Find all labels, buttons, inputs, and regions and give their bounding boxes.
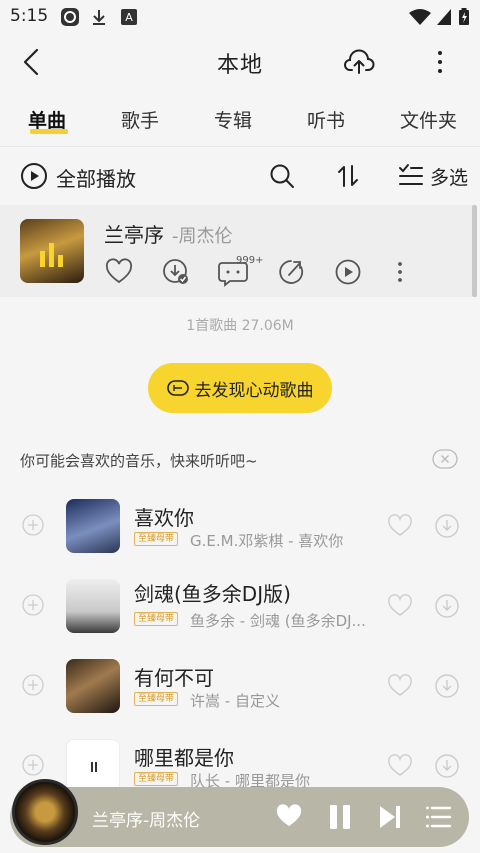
discover-icon: [166, 380, 189, 396]
song-cover: [66, 499, 120, 553]
current-song-row[interactable]: 兰亭序 -周杰伦 999+: [0, 205, 472, 297]
like-icon[interactable]: [387, 754, 413, 778]
download-notification-icon: [93, 10, 105, 25]
song-cover: [66, 579, 120, 633]
song-count-summary: 1首歌曲 27.06M: [186, 318, 294, 334]
tab-folders[interactable]: 文件夹: [400, 106, 457, 133]
download-icon[interactable]: [434, 753, 460, 779]
multi-select-icon[interactable]: [398, 162, 424, 190]
discover-label: 去发现心动歌曲: [194, 380, 314, 401]
status-time: 5:15: [10, 6, 49, 26]
app-notification-icon: [61, 8, 79, 26]
downloaded-icon[interactable]: [162, 258, 190, 286]
mini-player-title: 兰亭序-周杰伦: [92, 811, 201, 831]
song-title: 哪里都是你: [134, 746, 234, 770]
mini-player[interactable]: 兰亭序-周杰伦: [10, 779, 469, 847]
sort-icon[interactable]: [334, 162, 362, 190]
add-icon[interactable]: [22, 754, 44, 776]
like-icon[interactable]: [387, 674, 413, 698]
play-all-icon[interactable]: [20, 162, 48, 190]
discover-songs-button[interactable]: 去发现心动歌曲: [148, 363, 332, 413]
quality-badge: 至臻母带: [134, 692, 179, 706]
like-icon[interactable]: [387, 514, 413, 538]
cloud-upload-icon[interactable]: [343, 46, 375, 78]
playlist-icon[interactable]: [426, 804, 452, 830]
playing-bars-icon: [40, 243, 63, 267]
song-subtitle: 鱼多余 - 剑魂 (鱼多余DJ...: [190, 612, 366, 630]
song-title: 喜欢你: [134, 506, 194, 530]
song-artist: -周杰伦: [172, 226, 233, 247]
like-filled-icon[interactable]: [276, 804, 302, 828]
pause-icon[interactable]: [328, 804, 352, 830]
page-title: 本地: [216, 53, 263, 78]
like-icon[interactable]: [387, 594, 413, 618]
video-icon[interactable]: [334, 258, 362, 286]
divider: [0, 146, 480, 147]
song-cover: [66, 739, 120, 793]
battery-icon: [459, 8, 469, 25]
list-item[interactable]: 有何不可 至臻母带 许嵩 - 自定义: [0, 646, 480, 726]
play-all-button[interactable]: 全部播放: [56, 163, 136, 192]
download-icon[interactable]: [434, 673, 460, 699]
recommend-header: 你可能会喜欢的音乐，快来听听吧~: [20, 452, 258, 470]
list-item[interactable]: 剑魂(鱼多余DJ版) 至臻母带 鱼多余 - 剑魂 (鱼多余DJ...: [0, 566, 480, 646]
quality-badge: 至臻母带: [134, 612, 179, 626]
tab-bar: 单曲 歌手 专辑 听书 文件夹: [0, 96, 480, 142]
quality-badge: 至臻母带: [134, 532, 179, 546]
search-icon[interactable]: [268, 162, 296, 190]
multi-select-label[interactable]: 多选: [430, 163, 468, 190]
signal-icon: [437, 9, 451, 25]
svg-text:A: A: [125, 11, 133, 24]
song-subtitle: G.E.M.邓紫棋 - 喜欢你: [190, 532, 344, 550]
list-item[interactable]: 喜欢你 至臻母带 G.E.M.邓紫棋 - 喜欢你: [0, 486, 480, 566]
add-icon[interactable]: [22, 514, 44, 536]
more-options-icon[interactable]: [390, 258, 410, 286]
download-icon[interactable]: [434, 593, 460, 619]
tab-artists[interactable]: 歌手: [121, 106, 159, 133]
close-recommend-icon[interactable]: [432, 448, 458, 470]
download-icon[interactable]: [434, 513, 460, 539]
wifi-icon: [409, 9, 431, 25]
tab-albums[interactable]: 专辑: [214, 106, 252, 133]
like-icon[interactable]: [105, 258, 133, 286]
a-notification-icon: A: [121, 9, 137, 25]
status-bar: 5:15 A: [0, 0, 480, 34]
tab-audiobooks[interactable]: 听书: [307, 106, 345, 133]
song-cover: [20, 219, 84, 283]
mini-player-cover[interactable]: [12, 779, 78, 845]
song-cover: [66, 659, 120, 713]
top-bar: 本地: [0, 34, 480, 90]
more-vertical-icon[interactable]: [424, 46, 456, 78]
add-icon[interactable]: [22, 594, 44, 616]
action-bar: 全部播放 多选: [0, 148, 480, 204]
comment-count: 999+: [236, 255, 264, 266]
song-title: 有何不可: [134, 666, 214, 690]
add-icon[interactable]: [22, 674, 44, 696]
song-title: 兰亭序: [104, 223, 164, 247]
quality-badge: 至臻母带: [134, 772, 179, 786]
share-icon[interactable]: [278, 258, 306, 286]
scrollbar[interactable]: [472, 205, 477, 297]
tab-indicator: [30, 129, 68, 134]
song-title: 剑魂(鱼多余DJ版): [134, 582, 291, 606]
song-subtitle: 许嵩 - 自定义: [190, 692, 280, 710]
next-track-icon[interactable]: [378, 804, 402, 830]
